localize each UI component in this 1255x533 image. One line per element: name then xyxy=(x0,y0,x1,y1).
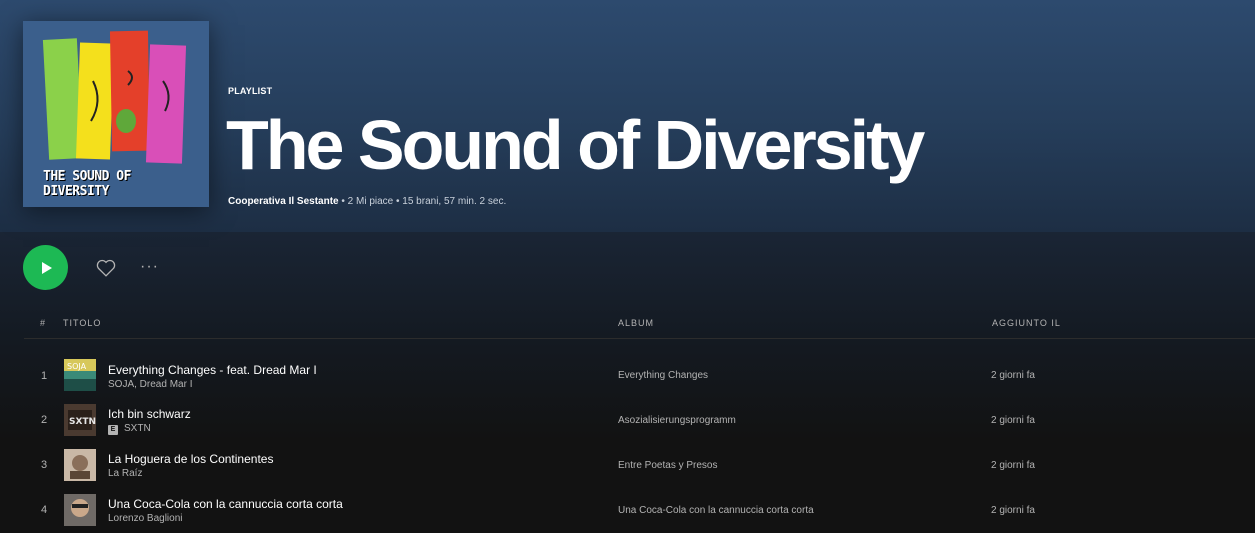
table-header-divider xyxy=(24,338,1255,339)
play-button[interactable] xyxy=(23,245,68,290)
more-options-button[interactable]: ··· xyxy=(140,258,159,276)
track-title-link[interactable]: La Hoguera de los Continentes xyxy=(108,452,273,466)
playlist-owner-link[interactable]: Cooperativa Il Sestante xyxy=(228,196,339,207)
heart-icon xyxy=(96,259,116,277)
track-added-date: 2 giorni fa xyxy=(991,415,1035,426)
track-artist-link[interactable]: SOJA, Dread Mar I xyxy=(108,379,192,390)
track-album-link[interactable]: Everything Changes xyxy=(618,370,708,381)
track-artist-line: E SXTN xyxy=(108,423,151,435)
track-index: 3 xyxy=(40,459,48,471)
cover-text: THE SOUND OF DIVERSITY xyxy=(43,169,131,199)
column-header-index: # xyxy=(40,318,47,328)
track-added-date: 2 giorni fa xyxy=(991,370,1035,381)
column-header-added[interactable]: AGGIUNTO IL xyxy=(992,318,1061,328)
table-row[interactable]: 2 SXTN Ich bin schwarz E SXTN Asozialisie… xyxy=(0,399,1255,443)
album-thumbnail xyxy=(64,449,96,481)
playlist-cover[interactable]: THE SOUND OF DIVERSITY xyxy=(23,21,209,207)
explicit-badge: E xyxy=(108,425,118,435)
track-album-link[interactable]: Entre Poetas y Presos xyxy=(618,460,718,471)
play-icon xyxy=(41,261,52,274)
table-row[interactable]: 3 La Hoguera de los Continentes La Raíz … xyxy=(0,444,1255,488)
svg-text:SXTN: SXTN xyxy=(69,417,96,427)
track-artist-link[interactable]: SXTN xyxy=(124,423,151,434)
playlist-type-label: PLAYLIST xyxy=(228,86,273,96)
album-thumbnail xyxy=(64,494,96,526)
track-added-date: 2 giorni fa xyxy=(991,460,1035,471)
track-album-link[interactable]: Una Coca-Cola con la cannuccia corta cor… xyxy=(618,505,814,516)
track-title-link[interactable]: Una Coca-Cola con la cannuccia corta cor… xyxy=(108,497,343,511)
like-button[interactable] xyxy=(95,257,117,279)
table-row[interactable]: 4 Una Coca-Cola con la cannuccia corta c… xyxy=(0,489,1255,533)
track-artist-link[interactable]: Lorenzo Baglioni xyxy=(108,513,183,524)
playlist-stats: • 2 Mi piace • 15 brani, 57 min. 2 sec. xyxy=(338,196,507,207)
track-title-link[interactable]: Ich bin schwarz xyxy=(108,407,191,421)
track-index: 2 xyxy=(40,414,48,426)
column-header-title[interactable]: TITOLO xyxy=(63,318,101,328)
svg-text:SOJA: SOJA xyxy=(67,362,87,371)
page-title: The Sound of Diversity xyxy=(226,106,925,184)
track-added-date: 2 giorni fa xyxy=(991,505,1035,516)
track-artist-link[interactable]: La Raíz xyxy=(108,468,142,479)
track-title-link[interactable]: Everything Changes - feat. Dread Mar I xyxy=(108,363,317,377)
album-thumbnail: SOJA xyxy=(64,359,96,391)
table-row[interactable]: 1 SOJA Everything Changes - feat. Dread … xyxy=(0,354,1255,398)
track-album-link[interactable]: Asozialisierungsprogramm xyxy=(618,415,736,426)
album-thumbnail: SXTN xyxy=(64,404,96,436)
track-index: 1 xyxy=(40,370,48,382)
column-header-album[interactable]: ALBUM xyxy=(618,318,654,328)
playlist-meta: Cooperativa Il Sestante • 2 Mi piace • 1… xyxy=(228,196,506,207)
track-index: 4 xyxy=(40,504,48,516)
